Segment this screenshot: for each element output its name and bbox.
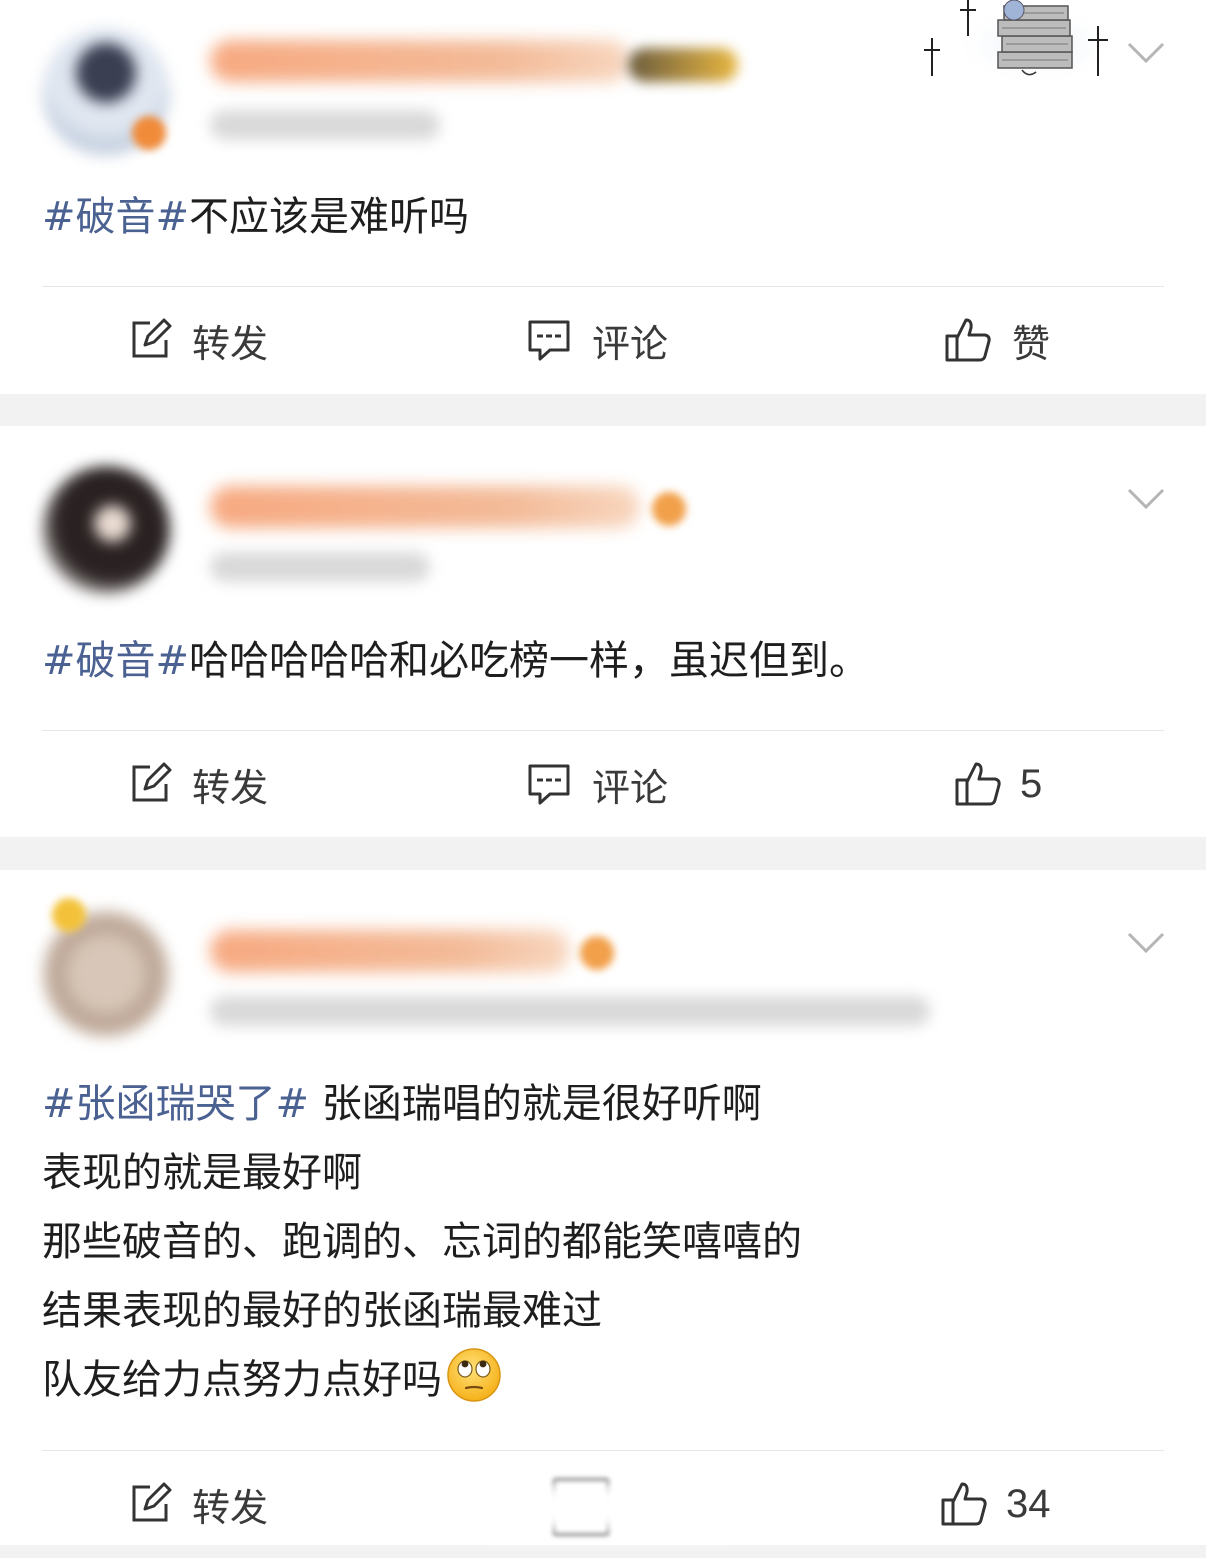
content-text: 张函瑞唱的就是很好听啊 [309, 1081, 762, 1127]
like-button[interactable]: 34 [940, 1450, 1051, 1558]
content-text: 结果表现的最好的张函瑞最难过 [42, 1288, 602, 1334]
book-stack-badge-icon [924, 0, 1118, 87]
like-button[interactable]: 赞 [944, 286, 1050, 394]
content-line: 结果表现的最好的张函瑞最难过 [42, 1277, 1166, 1346]
comment-icon [528, 320, 570, 361]
post-content: #破音#哈哈哈哈哈和必吃榜一样，虽迟但到。 [42, 627, 1166, 696]
chevron-down-icon[interactable] [1126, 930, 1166, 956]
repost-label: 转发 [192, 321, 269, 366]
verified-badge-icon [652, 492, 686, 526]
verified-badge-icon [132, 116, 166, 150]
repost-button[interactable]: 转发 [128, 730, 268, 838]
repost-icon [132, 1482, 172, 1522]
post-card[interactable]: #破音#不应该是难听吗 转发 评论 赞 [0, 0, 1206, 394]
hashtag-link[interactable]: #破音# [42, 638, 189, 684]
post-meta-blurred [210, 110, 440, 140]
comment-label: 评论 [592, 765, 669, 810]
chevron-down-icon[interactable] [1126, 40, 1166, 66]
username-blurred[interactable] [210, 930, 570, 972]
content-line: 表现的就是最好啊 [42, 1139, 1166, 1208]
content-text: 表现的就是最好啊 [42, 1150, 362, 1196]
content-text: 不应该是难听吗 [189, 194, 470, 240]
content-line: #破音#哈哈哈哈哈和必吃榜一样，虽迟但到。 [42, 627, 1166, 696]
comment-button[interactable]: 评论 [526, 286, 668, 394]
content-line: 那些破音的、跑调的、忘词的都能笑嘻嘻的 [42, 1208, 1166, 1277]
thumbs-up-icon [941, 1482, 987, 1526]
content-line: #破音#不应该是难听吗 [42, 183, 1166, 252]
hashtag-link[interactable]: #张函瑞哭了# [42, 1081, 309, 1127]
blurred-watermark [470, 1478, 750, 1536]
post-card[interactable]: #破音#哈哈哈哈哈和必吃榜一样，虽迟但到。 转发 评论 5 [0, 426, 1206, 837]
repost-button[interactable]: 转发 [128, 1450, 268, 1558]
action-bar: 转发 评论 赞 [0, 286, 1206, 394]
like-button[interactable]: 5 [954, 730, 1042, 838]
content-text: 队友给力点努力点好吗 [42, 1357, 442, 1403]
comment-icon [528, 764, 570, 805]
hashtag-link[interactable]: #破音# [42, 194, 189, 240]
thumbs-up-icon [945, 318, 991, 362]
like-count: 5 [1020, 761, 1043, 806]
like-label: 赞 [1012, 321, 1051, 366]
repost-icon [132, 318, 172, 358]
comment-button[interactable]: 评论 [526, 730, 668, 838]
post-card[interactable]: #张函瑞哭了# 张函瑞唱的就是很好听啊 表现的就是最好啊 那些破音的、跑调的、忘… [0, 870, 1206, 1545]
chevron-down-icon[interactable] [1126, 486, 1166, 512]
avatar[interactable] [42, 466, 170, 594]
action-bar: 转发 评论 5 [0, 730, 1206, 838]
username-blurred[interactable] [210, 486, 640, 528]
repost-label: 转发 [192, 1485, 269, 1530]
post-meta-blurred [210, 552, 430, 582]
content-line: 队友给力点努力点好吗 [42, 1346, 1166, 1415]
comment-label: 评论 [592, 321, 669, 366]
like-count: 34 [1006, 1481, 1051, 1526]
content-line: #张函瑞哭了# 张函瑞唱的就是很好听啊 [42, 1070, 1166, 1139]
username-blurred[interactable] [210, 40, 630, 82]
verified-badge-icon [580, 936, 614, 970]
content-text: 那些破音的、跑调的、忘词的都能笑嘻嘻的 [42, 1219, 802, 1265]
crown-badge-icon [52, 898, 86, 932]
repost-label: 转发 [192, 765, 269, 810]
post-content: #张函瑞哭了# 张函瑞唱的就是很好听啊 表现的就是最好啊 那些破音的、跑调的、忘… [42, 1070, 1166, 1415]
level-badge-icon [628, 48, 738, 82]
repost-button[interactable]: 转发 [128, 286, 268, 394]
weibo-feed: #破音#不应该是难听吗 转发 评论 赞 #破音#哈哈哈哈哈和必吃榜一样，虽迟但到… [0, 0, 1206, 1545]
content-text: 哈哈哈哈哈和必吃榜一样，虽迟但到。 [189, 638, 870, 684]
thumbs-up-icon [955, 762, 1001, 806]
eye-roll-emoji-icon [447, 1348, 501, 1402]
post-meta-blurred [210, 996, 930, 1026]
post-content: #破音#不应该是难听吗 [42, 183, 1166, 252]
repost-icon [132, 762, 172, 802]
